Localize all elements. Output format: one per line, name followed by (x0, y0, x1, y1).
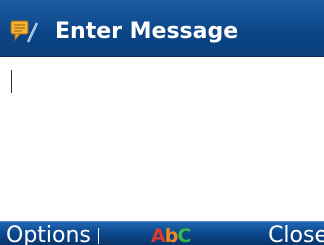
text-cursor (11, 70, 12, 93)
title-bar: Enter Message (0, 0, 324, 57)
softkey-bar: Options AbC Close (0, 221, 324, 245)
input-mode-first-letter: A (151, 225, 166, 245)
close-softkey[interactable]: Close (268, 223, 324, 245)
input-mode-indicator: AbC (151, 224, 191, 245)
input-mode-second-letter: b (164, 225, 179, 245)
message-pen-icon (10, 19, 40, 45)
page-title: Enter Message (55, 19, 239, 44)
options-softkey[interactable]: Options (6, 223, 91, 245)
message-input[interactable] (0, 57, 324, 220)
input-mode-third-letter: C (177, 225, 191, 245)
softkey-divider (98, 228, 99, 244)
